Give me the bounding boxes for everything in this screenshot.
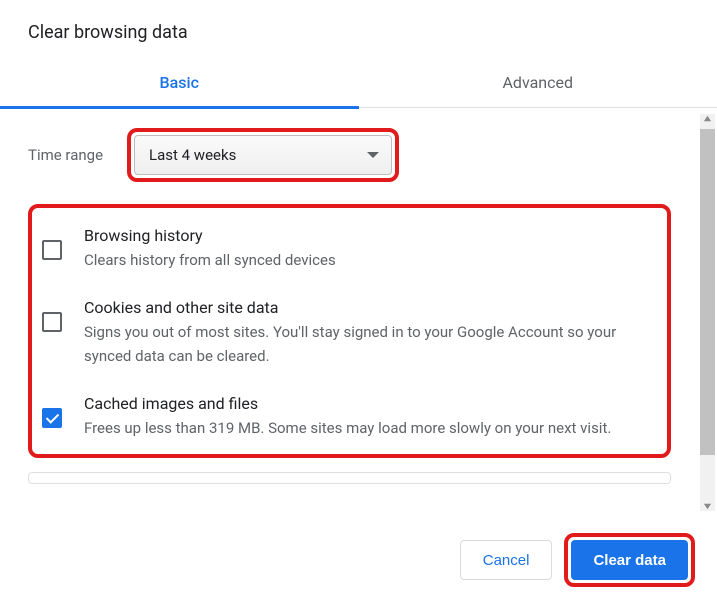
option-desc: Signs you out of most sites. You'll stay… [84, 321, 657, 368]
scroll-down-icon[interactable] [700, 499, 715, 514]
tabs: Basic Advanced [0, 57, 717, 108]
clear-data-button[interactable]: Clear data [571, 540, 688, 580]
checkbox-browsing-history[interactable] [42, 240, 62, 260]
highlight-time-range: Last 4 weeks [127, 128, 399, 182]
option-text: Cached images and files Frees up less th… [84, 394, 657, 440]
dialog-footer: Cancel Clear data [0, 517, 717, 600]
scrollbar-thumb[interactable] [700, 129, 715, 455]
tab-basic[interactable]: Basic [0, 57, 359, 107]
time-range-select[interactable]: Last 4 weeks [134, 135, 392, 175]
dialog-title: Clear browsing data [0, 0, 717, 57]
option-desc: Clears history from all synced devices [84, 249, 657, 272]
option-text: Cookies and other site data Signs you ou… [84, 298, 657, 368]
chevron-down-icon [367, 152, 379, 158]
button-label: Cancel [483, 552, 530, 569]
checkbox-cache[interactable] [42, 408, 62, 428]
content-wrapper: Time range Last 4 weeks Browsing history… [0, 108, 717, 517]
time-range-label: Time range [28, 146, 103, 164]
checkbox-cookies[interactable] [42, 312, 62, 332]
option-browsing-history[interactable]: Browsing history Clears history from all… [42, 218, 657, 290]
option-cookies[interactable]: Cookies and other site data Signs you ou… [42, 290, 657, 386]
option-title: Cached images and files [84, 394, 657, 413]
option-title: Browsing history [84, 226, 657, 245]
time-range-value: Last 4 weeks [149, 146, 236, 164]
option-desc: Frees up less than 319 MB. Some sites ma… [84, 417, 657, 440]
tab-label: Advanced [502, 73, 573, 92]
additional-panel [28, 472, 671, 484]
cancel-button[interactable]: Cancel [460, 540, 553, 580]
clear-browsing-data-dialog: Clear browsing data Basic Advanced Time … [0, 0, 717, 600]
content: Time range Last 4 weeks Browsing history… [0, 108, 717, 517]
tab-label: Basic [160, 73, 199, 92]
button-label: Clear data [593, 552, 666, 569]
option-cache[interactable]: Cached images and files Frees up less th… [42, 386, 657, 446]
option-title: Cookies and other site data [84, 298, 657, 317]
tab-advanced[interactable]: Advanced [359, 57, 717, 107]
highlight-clear-data: Clear data [564, 533, 695, 587]
highlight-options: Browsing history Clears history from all… [28, 204, 671, 458]
time-range-row: Time range Last 4 weeks [28, 128, 689, 182]
option-text: Browsing history Clears history from all… [84, 226, 657, 272]
scroll-up-icon[interactable] [700, 111, 715, 126]
scrollbar[interactable] [700, 114, 715, 511]
